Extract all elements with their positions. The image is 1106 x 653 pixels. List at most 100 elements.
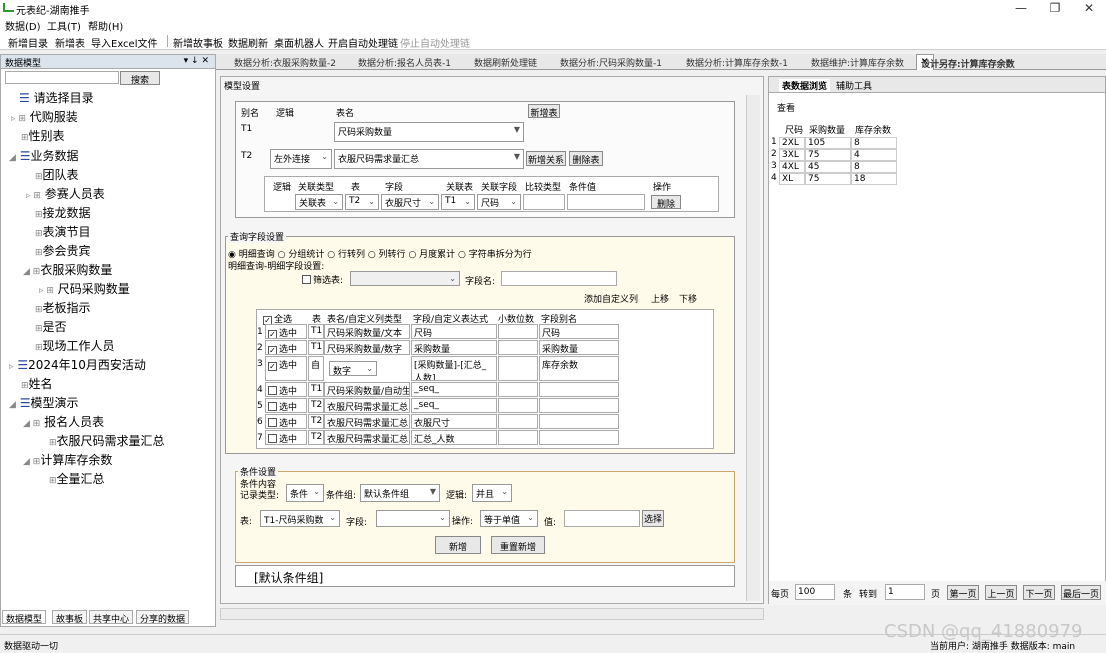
cond-value-input[interactable] [564,510,640,527]
tab-share-center[interactable]: 共享中心 [89,610,134,625]
pane-pin-icon[interactable]: ▾ ↓ ✕ [184,56,209,66]
row-alias[interactable]: 采购数量 [539,340,619,355]
toolbar-new-dir-button[interactable]: 新增目录 [8,35,48,50]
row-alias[interactable] [539,398,619,413]
field-name-input[interactable] [501,271,617,286]
toolbar-refresh-button[interactable]: 数据刷新 [228,35,268,50]
rel-compare-input[interactable] [523,194,565,210]
row-expr[interactable]: 汇总_人数 [411,430,497,445]
doc-tab-active[interactable]: 设计另存:计算库存余数 ✕ [916,54,1015,70]
toolbar-robot-button[interactable]: 桌面机器人 [274,35,324,50]
last-page-button[interactable]: 最后一页 [1061,585,1101,600]
tree-item[interactable]: ◢ ☰业务数据 [9,147,79,164]
cond-add-button[interactable]: 新增 [435,536,481,554]
tree-item[interactable]: ▹ ☰2024年10月西安活动 [9,356,146,373]
row-select-checkbox[interactable]: 选中 [265,430,307,445]
cond-group-select[interactable]: 默认条件组 ▼ [360,484,440,502]
tree-item[interactable]: ◢ ⊞衣服采购数量 [23,261,112,278]
rel-value-input[interactable] [567,194,645,210]
move-up-button[interactable]: 上移 [651,292,669,305]
minimize-button[interactable]: — [1004,0,1038,16]
row-expr[interactable]: [采购数量]-[汇总_人数] [411,356,497,381]
menu-data[interactable]: 数据(D) [5,18,41,33]
doc-tab[interactable]: 数据分析:计算库存余数-1 [686,56,788,69]
rel-type-select[interactable]: 关联表 ⌄ [295,194,343,210]
tree-item[interactable]: ◢ ☰模型演示 [9,394,79,411]
row-decimal[interactable] [498,414,538,429]
maximize-button[interactable]: ❐ [1038,0,1072,16]
cond-choose-button[interactable]: 选择 [642,510,664,527]
row-decimal[interactable] [498,430,538,445]
doc-tab[interactable]: 数据维护:计算库存余数 [811,56,904,69]
page-input[interactable]: 1 [885,584,925,600]
radio-monthly[interactable]: ○ 月度累计 [408,250,455,260]
tree-item[interactable]: ⊞参会贵宾 [35,242,91,259]
record-type-select[interactable]: 条件 ⌄ [286,484,324,502]
row-decimal[interactable] [498,340,538,355]
row-decimal[interactable] [498,324,538,339]
tree-item[interactable]: ▹ ⊞ 尺码采购数量 [39,280,130,297]
tree-item[interactable]: ⊞接龙数据 [35,204,91,221]
t2-table-select[interactable]: 衣服尺码需求量汇总 ▼ [334,149,524,169]
main-vscroll[interactable] [746,95,760,601]
tree-item[interactable]: ⊞表演节目 [35,223,91,240]
menu-help[interactable]: 帮助(H) [88,18,123,33]
row-decimal[interactable] [498,398,538,413]
row-expr[interactable]: _seq_ [411,382,497,397]
rel-rfield-select[interactable]: 尺码 ⌄ [477,194,521,210]
tree-item[interactable]: ⊞现场工作人员 [35,337,115,354]
add-custom-col-button[interactable]: 添加自定义列 [584,292,638,305]
tree-item[interactable]: ⊞是否 [35,318,67,335]
toolbar-import-excel-button[interactable]: 导入Excel文件 [91,35,158,50]
query-button[interactable]: 查看 [777,101,795,114]
add-table-button[interactable]: 新增表 [528,104,560,119]
row-expr[interactable]: 尺码 [411,324,497,339]
row-select-checkbox[interactable]: 选中 [265,414,307,429]
row-select-checkbox[interactable]: ✓ 选中 [265,356,307,381]
row-expr[interactable]: 衣服尺寸 [411,414,497,429]
row-alias[interactable] [539,414,619,429]
prev-page-button[interactable]: 上一页 [985,585,1017,600]
move-down-button[interactable]: 下移 [679,292,697,305]
row-type-select[interactable]: 数字 ⌄ [329,361,377,376]
close-button[interactable]: ✕ [1072,0,1106,16]
row-alias[interactable]: 库存余数 [539,356,619,381]
tree-item[interactable]: ⊞性别表 [21,127,65,144]
tree-item[interactable]: ◢ ⊞ 报名人员表 [23,413,104,430]
toolbar-stop-chain-button[interactable]: 停止自动处理链 [400,35,470,50]
tree-search-button[interactable]: 搜索 [120,71,160,86]
row-alias[interactable] [539,430,619,445]
tree-search-input[interactable] [5,71,119,84]
tab-storyboard[interactable]: 故事板 [52,610,88,625]
row-select-checkbox[interactable]: ✓ 选中 [265,324,307,339]
per-page-input[interactable]: 100 [795,584,835,600]
tree-item[interactable]: ⊞团队表 [35,166,79,183]
doc-tab[interactable]: 数据分析:报名人员表-1 [358,56,451,69]
menu-tools[interactable]: 工具(T) [47,18,81,33]
rel-delete-button[interactable]: 删除 [651,195,681,210]
row-expr[interactable]: 采购数量 [411,340,497,355]
row-decimal[interactable] [498,356,538,381]
toolbar-start-chain-button[interactable]: 开启自动处理链 [328,35,398,50]
tree-item[interactable]: ☰ 请选择目录 [19,89,94,106]
first-page-button[interactable]: 第一页 [947,585,979,600]
rel-rtable-select[interactable]: T1 ⌄ [441,194,475,210]
tree-item[interactable]: ⊞老板指示 [35,299,91,316]
radio-split[interactable]: ○ 字符串拆分为行 [458,250,532,260]
toolbar-new-storyboard-button[interactable]: 新增故事板 [173,35,223,50]
cond-op-select[interactable]: 等于单值 ⌄ [480,510,538,527]
radio-row-to-col[interactable]: ○ 行转列 [327,250,365,260]
add-relation-button[interactable]: 新增关系 [526,151,566,166]
rel-field-select[interactable]: 衣服尺寸 ⌄ [381,194,439,210]
row-alias[interactable]: 尺码 [539,324,619,339]
tab-data-model[interactable]: 数据模型 [2,610,47,625]
tree-item[interactable]: ⊞全量汇总 [49,470,105,487]
toolbar-new-table-button[interactable]: 新增表 [55,35,85,50]
cond-reset-button[interactable]: 重置新增 [491,536,545,554]
filter-table-select[interactable]: ⌄ [350,271,460,286]
cond-logic-select[interactable]: 并且 ⌄ [472,484,512,502]
delete-table-button[interactable]: 删除表 [569,151,603,166]
tree-item[interactable]: ▹ ⊞ 代购服装 [11,108,78,125]
tab-table-browse[interactable]: 表数据浏览 [779,79,831,92]
filter-checkbox[interactable] [302,275,311,284]
